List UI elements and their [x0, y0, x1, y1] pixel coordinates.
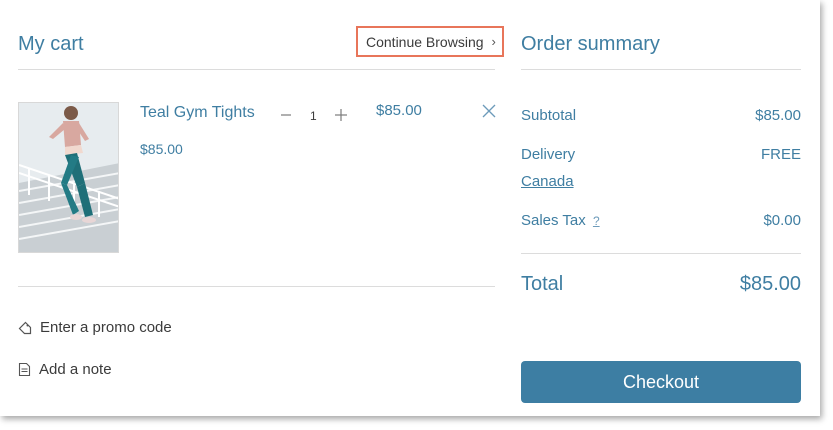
add-note-label: Add a note — [39, 361, 112, 378]
continue-browsing-label: Continue Browsing — [366, 33, 484, 50]
cart-divider-top — [18, 69, 495, 70]
subtotal-label: Subtotal — [521, 107, 577, 124]
decrease-quantity-button[interactable] — [280, 105, 292, 126]
summary-divider-top — [521, 69, 801, 70]
total-value: $85.00 — [739, 273, 801, 295]
delivery-value: FREE — [760, 146, 801, 163]
checkout-button[interactable]: Checkout — [521, 361, 801, 403]
cart-divider-bottom — [18, 286, 495, 287]
sales-tax-row: Sales Tax ? — [521, 212, 600, 229]
sales-tax-value: $0.00 — [763, 212, 801, 229]
product-image[interactable] — [18, 102, 119, 253]
delivery-label: Delivery — [521, 146, 576, 163]
minus-icon — [281, 114, 291, 116]
add-note-link[interactable]: Add a note — [18, 361, 112, 378]
promo-code-link[interactable]: Enter a promo code — [18, 319, 172, 336]
increase-quantity-button[interactable] — [334, 105, 348, 126]
note-icon — [18, 362, 31, 377]
subtotal-value: $85.00 — [755, 107, 801, 124]
cart-page: My cart Continue Browsing › Teal Gym Tig… — [0, 0, 820, 416]
product-name[interactable]: Teal Gym Tights — [140, 104, 255, 122]
plus-icon — [335, 109, 347, 121]
chevron-right-icon: › — [491, 34, 496, 49]
line-total: $85.00 — [376, 102, 422, 119]
product-unit-price: $85.00 — [140, 141, 183, 157]
remove-item-button[interactable] — [482, 102, 496, 123]
delivery-location-link[interactable]: Canada — [521, 173, 574, 190]
order-summary-title: Order summary — [521, 33, 660, 55]
cart-title: My cart — [18, 33, 84, 55]
promo-code-label: Enter a promo code — [40, 319, 172, 336]
summary-divider-bottom — [521, 253, 801, 254]
continue-browsing-button[interactable]: Continue Browsing › — [356, 26, 504, 57]
tag-icon — [18, 321, 32, 334]
checkout-label: Checkout — [622, 371, 700, 392]
sales-tax-label: Sales Tax — [521, 212, 586, 229]
close-icon — [482, 104, 496, 118]
quantity-value[interactable]: 1 — [310, 109, 317, 123]
sales-tax-help-link[interactable]: ? — [593, 214, 600, 228]
total-label: Total — [521, 273, 564, 295]
